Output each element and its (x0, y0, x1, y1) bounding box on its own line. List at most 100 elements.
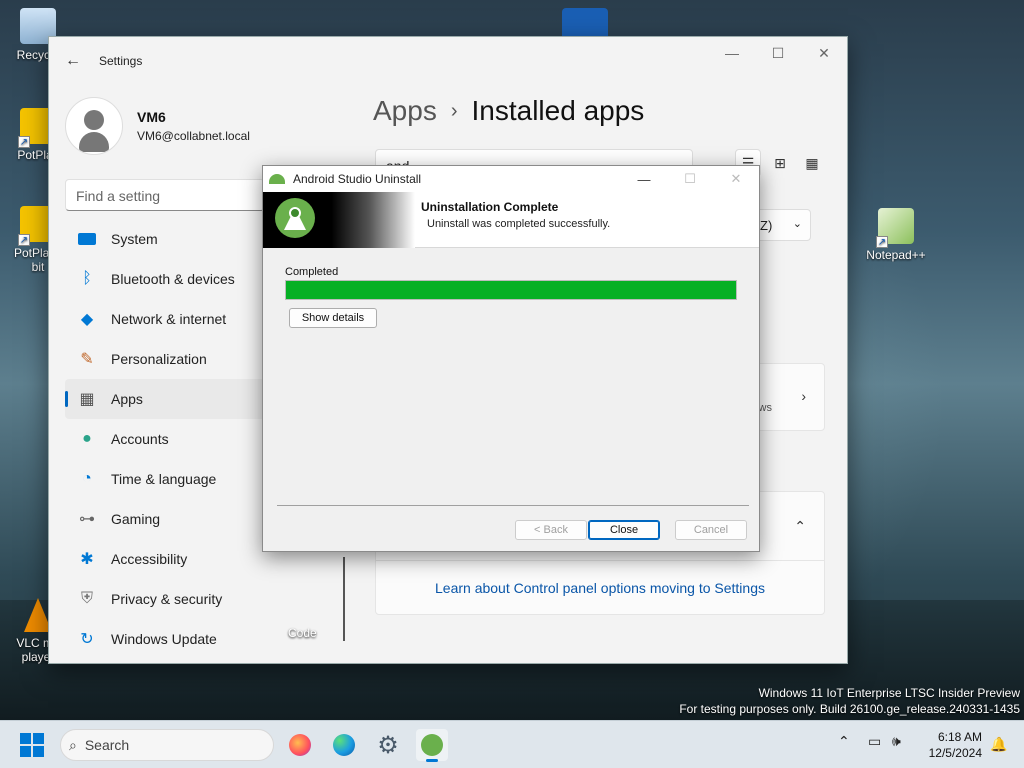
volume-icon[interactable]: 🕪 (892, 733, 901, 750)
clock-time: 6:18 AM (937, 730, 982, 744)
avatar[interactable] (65, 97, 123, 155)
find-setting-input[interactable]: Find a setting (65, 179, 265, 211)
shortcut-arrow-icon: ↗ (876, 236, 888, 248)
android-studio-logo-icon (275, 198, 315, 238)
progress-fill (286, 281, 736, 299)
chevron-up-icon[interactable]: ⌃ (794, 518, 806, 535)
windows-start-icon[interactable] (20, 733, 44, 757)
desktop-icon-partial[interactable] (562, 8, 608, 36)
network-display-icon[interactable]: ▭ (868, 733, 881, 750)
os-watermark: Windows 11 IoT Enterprise LTSC Insider P… (679, 685, 1020, 717)
nav-item-label: Windows Update (111, 631, 217, 647)
chevron-right-icon: › (450, 99, 458, 122)
desktop-icon-label: Notepad++ (866, 248, 926, 262)
window-controls: — ☐ ✕ (709, 37, 847, 69)
search-icon: ⌕ (69, 736, 77, 753)
chevron-up-icon[interactable]: ⌃ (838, 733, 850, 750)
user-email: VM6@collabnet.local (137, 129, 250, 143)
apps-icon: ▦ (79, 391, 95, 408)
watermark-line: For testing purposes only. Build 26100.g… (679, 702, 1020, 716)
tile-view-icon[interactable]: ▦ (799, 149, 825, 177)
desktop-icon-notepadpp[interactable]: ↗ Notepad++ (866, 208, 926, 262)
nav-item-label: Network & internet (111, 311, 227, 327)
nav-item-label: Accessibility (111, 551, 188, 567)
notification-bell-icon[interactable]: 🔔 (990, 736, 1007, 753)
running-indicator (426, 759, 438, 762)
taskbar-search-label: Search (84, 737, 130, 753)
clock-date: 12/5/2024 (928, 746, 982, 760)
compass-hub (289, 207, 301, 219)
breadcrumb: Apps › Installed apps (373, 95, 644, 127)
maximize-icon[interactable]: ☐ (755, 37, 801, 69)
chevron-down-icon: ⌄ (792, 218, 802, 230)
card-subtext: ws (758, 402, 772, 414)
network-icon: ◆ (80, 311, 94, 328)
dialog-subheading: Uninstall was completed successfully. (427, 218, 611, 230)
settings-gear-icon[interactable]: ⚙ (372, 729, 404, 761)
dialog-title: Android Studio Uninstall (293, 172, 422, 186)
nav-item-label: System (111, 231, 158, 247)
brush-icon: ✎ (80, 351, 94, 368)
cancel-button: Cancel (675, 520, 747, 540)
gamepad-icon: ⊶ (79, 511, 95, 528)
android-icon (269, 174, 285, 184)
minimize-icon[interactable]: — (709, 37, 755, 69)
close-icon[interactable]: ✕ (801, 37, 847, 69)
minimize-icon[interactable]: — (621, 166, 667, 192)
nav-item-label: Bluetooth & devices (111, 271, 235, 287)
user-profile: VM6 VM6@collabnet.local (65, 97, 250, 155)
shield-icon: ⛨ (80, 590, 93, 607)
accessibility-icon: ✱ (80, 551, 94, 568)
settings-title: Settings (99, 54, 143, 68)
breadcrumb-parent[interactable]: Apps (373, 95, 437, 127)
accounts-icon: ● (82, 430, 92, 447)
update-icon: ↻ (80, 631, 94, 648)
edge-icon[interactable] (328, 729, 360, 761)
system-clock[interactable]: 6:18 AM 12/5/2024 (918, 729, 982, 761)
user-info: VM6 VM6@collabnet.local (137, 109, 250, 143)
divider (343, 557, 345, 641)
desktop-icon-code-label: Code (288, 626, 317, 640)
android-studio-icon[interactable] (416, 729, 448, 762)
nav-item-privacy[interactable]: ⛨ Privacy & security (65, 579, 345, 619)
close-icon: ✕ (730, 171, 742, 186)
shortcut-arrow-icon: ↗ (18, 136, 30, 148)
uninstall-dialog: Android Studio Uninstall — ☐ ✕ Uninstall… (262, 165, 760, 552)
nav-item-label: Privacy & security (111, 591, 223, 607)
avatar-body (79, 132, 109, 152)
maximize-icon: ☐ (684, 171, 696, 186)
installer-banner (263, 192, 415, 248)
firefox-icon[interactable] (284, 729, 316, 761)
sort-value: Z) (760, 218, 773, 233)
clock-globe-icon: ◔ (82, 470, 92, 487)
show-details-button[interactable]: Show details (289, 308, 377, 328)
back-arrow-icon[interactable]: ← (65, 52, 85, 70)
close-button[interactable]: Close (588, 520, 660, 540)
progress-bar (285, 280, 737, 300)
taskbar: ⌕ Search ⚙ ⌃ ▭ 🕪 6:18 AM 12/5/2024 🔔 (0, 720, 1024, 768)
dialog-heading: Uninstallation Complete (421, 200, 559, 214)
bluetooth-icon: ᛒ (82, 270, 92, 287)
nav-item-label: Gaming (111, 511, 161, 527)
watermark-line: Windows 11 IoT Enterprise LTSC Insider P… (758, 686, 1020, 700)
nav-item-label: Accounts (111, 431, 169, 447)
notepadpp-icon: ↗ (876, 208, 914, 248)
chevron-right-icon: › (801, 388, 806, 404)
taskbar-search[interactable]: ⌕ Search (60, 729, 274, 761)
dialog-window-controls: — ☐ ✕ (621, 166, 759, 192)
control-panel-link[interactable]: Learn about Control panel options moving… (376, 580, 824, 596)
system-icon (77, 229, 97, 249)
nav-item-label: Apps (111, 391, 143, 407)
shortcut-arrow-icon: ↗ (18, 234, 30, 246)
nav-item-label: Personalization (111, 351, 207, 367)
page-title: Installed apps (471, 95, 645, 126)
grid-view-icon[interactable]: ⊞ (767, 149, 793, 177)
divider (277, 505, 749, 506)
dialog-header: Uninstallation Complete Uninstall was co… (263, 192, 759, 248)
nav-item-label: Time & language (111, 471, 217, 487)
status-text: Completed (285, 266, 339, 278)
user-name: VM6 (137, 109, 166, 125)
avatar-head (84, 110, 104, 130)
divider (376, 560, 824, 561)
back-button: < Back (515, 520, 587, 540)
